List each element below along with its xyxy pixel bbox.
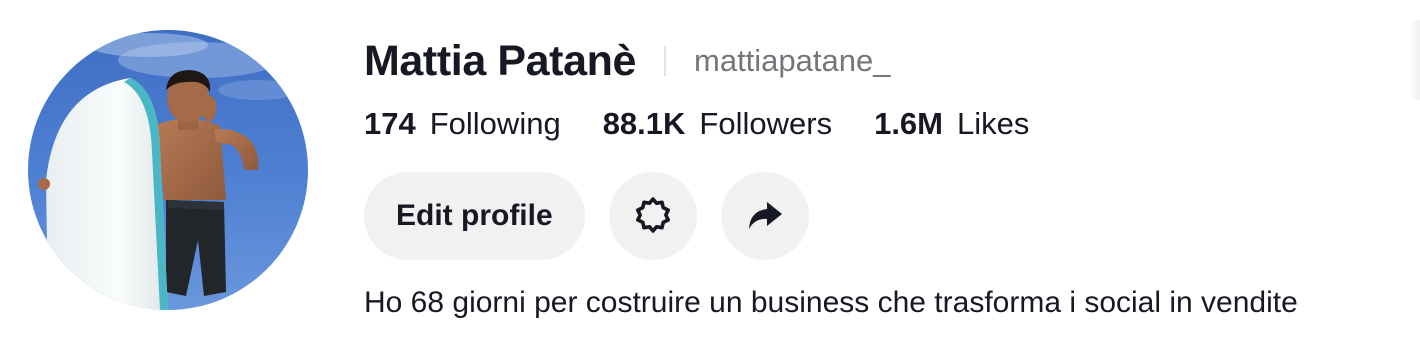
bio-text: Ho 68 giorni per costruire un business c… xyxy=(364,286,1298,319)
gear-icon xyxy=(633,195,673,238)
stats-row: 174 Following 88.1K Followers 1.6M Likes xyxy=(364,102,1029,146)
edge-shadow xyxy=(1410,20,1420,100)
settings-button[interactable] xyxy=(608,172,697,260)
stat-likes: 1.6M Likes xyxy=(874,106,1029,142)
username: mattiapatane_ xyxy=(694,43,891,78)
name-divider xyxy=(664,46,666,76)
profile-actions: Edit profile xyxy=(364,172,809,260)
stat-followers[interactable]: 88.1K Followers xyxy=(603,106,832,142)
share-button[interactable] xyxy=(720,172,809,260)
edit-profile-button[interactable]: Edit profile xyxy=(364,172,585,260)
display-name: Mattia Patanè xyxy=(364,36,636,85)
profile-header: Mattia Patanè mattiapatane_ 174 Followin… xyxy=(0,0,1420,350)
stat-label: Likes xyxy=(957,106,1030,141)
stat-label: Followers xyxy=(699,106,833,141)
share-arrow-icon xyxy=(745,195,785,238)
stat-value: 1.6M xyxy=(874,106,943,141)
stat-value: 88.1K xyxy=(602,106,686,141)
stat-following[interactable]: 174 Following xyxy=(364,106,561,142)
name-row: Mattia Patanè mattiapatane_ xyxy=(364,34,890,88)
avatar[interactable] xyxy=(28,30,308,310)
stat-label: Following xyxy=(429,106,561,141)
avatar-photo xyxy=(28,30,308,310)
stat-value: 174 xyxy=(364,106,416,141)
